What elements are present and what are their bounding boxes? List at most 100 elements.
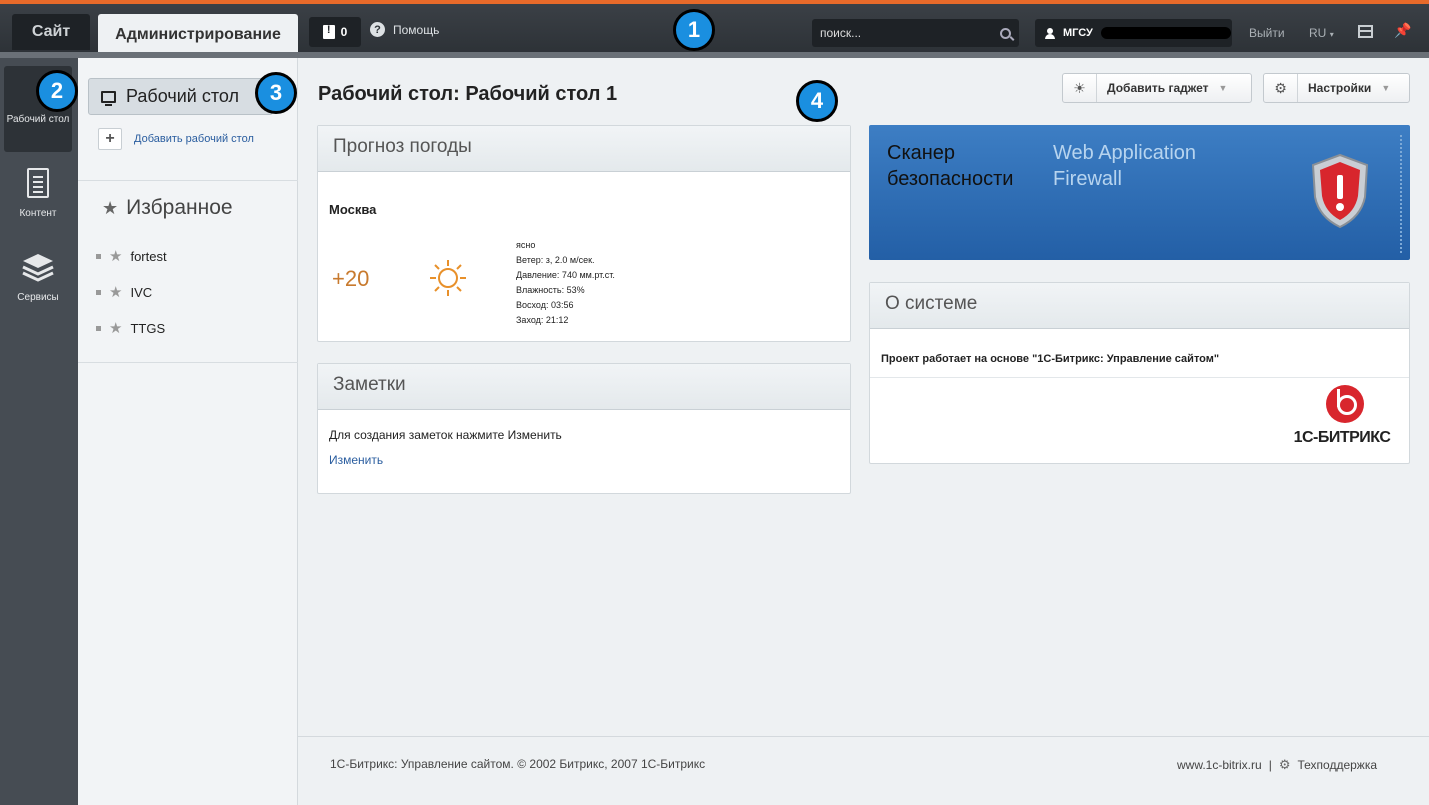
add-gadget-button[interactable]: ☀ Добавить гаджет ▼ (1062, 73, 1252, 103)
favorite-label: TTGS (130, 320, 166, 336)
tab-site[interactable]: Сайт (12, 14, 90, 50)
logout-link[interactable]: Выйти (1249, 26, 1285, 40)
weather-sunrise: Восход: 03:56 (516, 300, 574, 310)
menu-item-label: Контент (19, 208, 57, 219)
favorites-title: Избранное (126, 196, 233, 219)
weather-pressure: Давление: 740 мм.рт.ст. (516, 270, 615, 280)
annotation-marker-1: 1 (673, 9, 715, 51)
chevron-down-icon: ▾ (1329, 30, 1334, 39)
chevron-down-icon: ▼ (1381, 83, 1391, 93)
footer-separator: | (1268, 758, 1272, 772)
layers-icon (22, 254, 54, 282)
footer-divider (298, 736, 1429, 737)
footer-links: www.1c-bitrix.ru | ⚙ Техподдержка (1177, 757, 1377, 773)
help-icon: ? (370, 22, 385, 37)
annotation-marker-2: 2 (36, 70, 78, 112)
language-selector[interactable]: RU ▾ (1309, 26, 1334, 40)
favorite-label: IVC (130, 284, 153, 300)
add-gadget-label: Добавить гаджет (1107, 81, 1209, 95)
favorite-item[interactable]: ★ fortest (96, 238, 167, 274)
desktop-selector-button[interactable]: Рабочий стол (88, 78, 273, 115)
favorites-list: ★ fortest ★ IVC ★ TTGS (96, 238, 167, 346)
star-icon: ★ (109, 320, 123, 337)
page-title: Рабочий стол: Рабочий стол 1 (318, 83, 618, 105)
security-scanner-banner[interactable]: Сканер безопасности Web Application Fire… (869, 125, 1410, 260)
menu-item-label: Сервисы (17, 292, 59, 303)
monitor-icon (101, 90, 116, 106)
plus-icon[interactable]: + (98, 128, 122, 150)
document-icon (27, 168, 49, 198)
notes-edit-link[interactable]: Изменить (329, 453, 383, 467)
about-system-gadget: О системе Проект работает на основе "1С-… (869, 282, 1410, 464)
site-link[interactable]: www.1c-bitrix.ru (1177, 758, 1262, 772)
menu-item-content[interactable]: Контент (4, 166, 72, 226)
gear-icon: ⚙ (1264, 74, 1298, 102)
pin-icon[interactable]: 📌 (1394, 22, 1411, 38)
drag-handle[interactable] (1400, 135, 1402, 253)
favorite-label: fortest (130, 248, 167, 264)
sun-icon (430, 260, 466, 296)
user-button[interactable]: МГСУ (1035, 19, 1232, 47)
divider (870, 377, 1409, 378)
menu-item-services[interactable]: Сервисы (4, 250, 72, 310)
main-menu: Рабочий стол Контент Сервисы (0, 58, 78, 805)
weather-wind: Ветер: з, 2.0 м/сек. (516, 255, 595, 265)
scanner-label: Сканер безопасности (887, 142, 1014, 190)
weather-humidity: Влажность: 53% (516, 285, 585, 295)
add-desktop-label: Добавить рабочий стол (134, 133, 254, 145)
sun-icon: ☀ (1063, 74, 1097, 102)
help-link[interactable]: ? Помощь (370, 22, 439, 37)
language-label: RU (1309, 26, 1327, 40)
notification-icon (322, 24, 335, 39)
annotation-marker-3: 3 (255, 72, 297, 114)
shield-icon (1311, 153, 1369, 229)
bullet-icon (96, 253, 101, 259)
bullet-icon (96, 289, 101, 295)
notes-gadget: Заметки Для создания заметок нажмите Изм… (317, 363, 851, 494)
bullet-icon (96, 325, 101, 331)
help-label: Помощь (393, 22, 440, 37)
search-input[interactable] (820, 26, 990, 40)
support-link[interactable]: Техподдержка (1297, 758, 1377, 772)
divider (78, 180, 298, 181)
star-icon: ★ (102, 197, 119, 218)
weather-city: Москва (329, 202, 377, 217)
weather-gadget: Прогноз погоды Москва +20 ясно Ветер: з,… (317, 125, 851, 342)
favorites-heading: ★ Избранное (102, 196, 233, 220)
gadget-header[interactable]: Прогноз погоды (318, 126, 850, 172)
chevron-down-icon: ▼ (1218, 83, 1228, 93)
add-desktop-link[interactable]: + Добавить рабочий стол (98, 128, 254, 150)
bitrix-logo-icon (1326, 385, 1364, 423)
star-icon: ★ (109, 248, 123, 265)
settings-label: Настройки (1308, 81, 1372, 95)
bitrix-logo-text: 1С-БИТРИКС (1293, 429, 1391, 446)
favorite-item[interactable]: ★ TTGS (96, 310, 167, 346)
firewall-label: Web Application Firewall (1053, 142, 1197, 190)
desktop-button-label: Рабочий стол (126, 86, 239, 106)
user-icon (1045, 27, 1055, 39)
panel-toggle-icon[interactable] (1358, 25, 1373, 38)
weather-details: ясно Ветер: з, 2.0 м/сек. Давление: 740 … (516, 238, 615, 328)
bitrix-logo: 1С-БИТРИКС (1290, 385, 1394, 449)
redacted-user-text (1100, 27, 1231, 39)
notifications-button[interactable]: 0 (309, 17, 361, 47)
notifications-count: 0 (340, 25, 348, 39)
annotation-marker-4: 4 (796, 80, 838, 122)
user-name: МГСУ (1063, 27, 1093, 39)
tab-administration[interactable]: Администрирование (98, 14, 298, 56)
notes-text: Для создания заметок нажмите Изменить (329, 428, 562, 442)
settings-button[interactable]: ⚙ Настройки ▼ (1263, 73, 1410, 103)
search-icon[interactable] (1000, 27, 1011, 39)
gadget-header[interactable]: О системе (870, 283, 1409, 329)
weather-temperature: +20 (332, 266, 370, 291)
weather-sunset: Заход: 21:12 (516, 315, 569, 325)
weather-condition: ясно (516, 240, 536, 250)
gadget-header[interactable]: Заметки (318, 364, 850, 410)
favorite-item[interactable]: ★ IVC (96, 274, 167, 310)
footer-copyright: 1С-Битрикс: Управление сайтом. © 2002 Би… (330, 757, 706, 771)
about-text: Проект работает на основе "1С-Битрикс: У… (881, 353, 1220, 365)
desktop-sidebar: Рабочий стол + Добавить рабочий стол ★ И… (78, 58, 298, 805)
gear-icon: ⚙ (1278, 757, 1291, 772)
menu-item-label: Рабочий стол (6, 114, 70, 125)
search-box (812, 19, 1019, 47)
